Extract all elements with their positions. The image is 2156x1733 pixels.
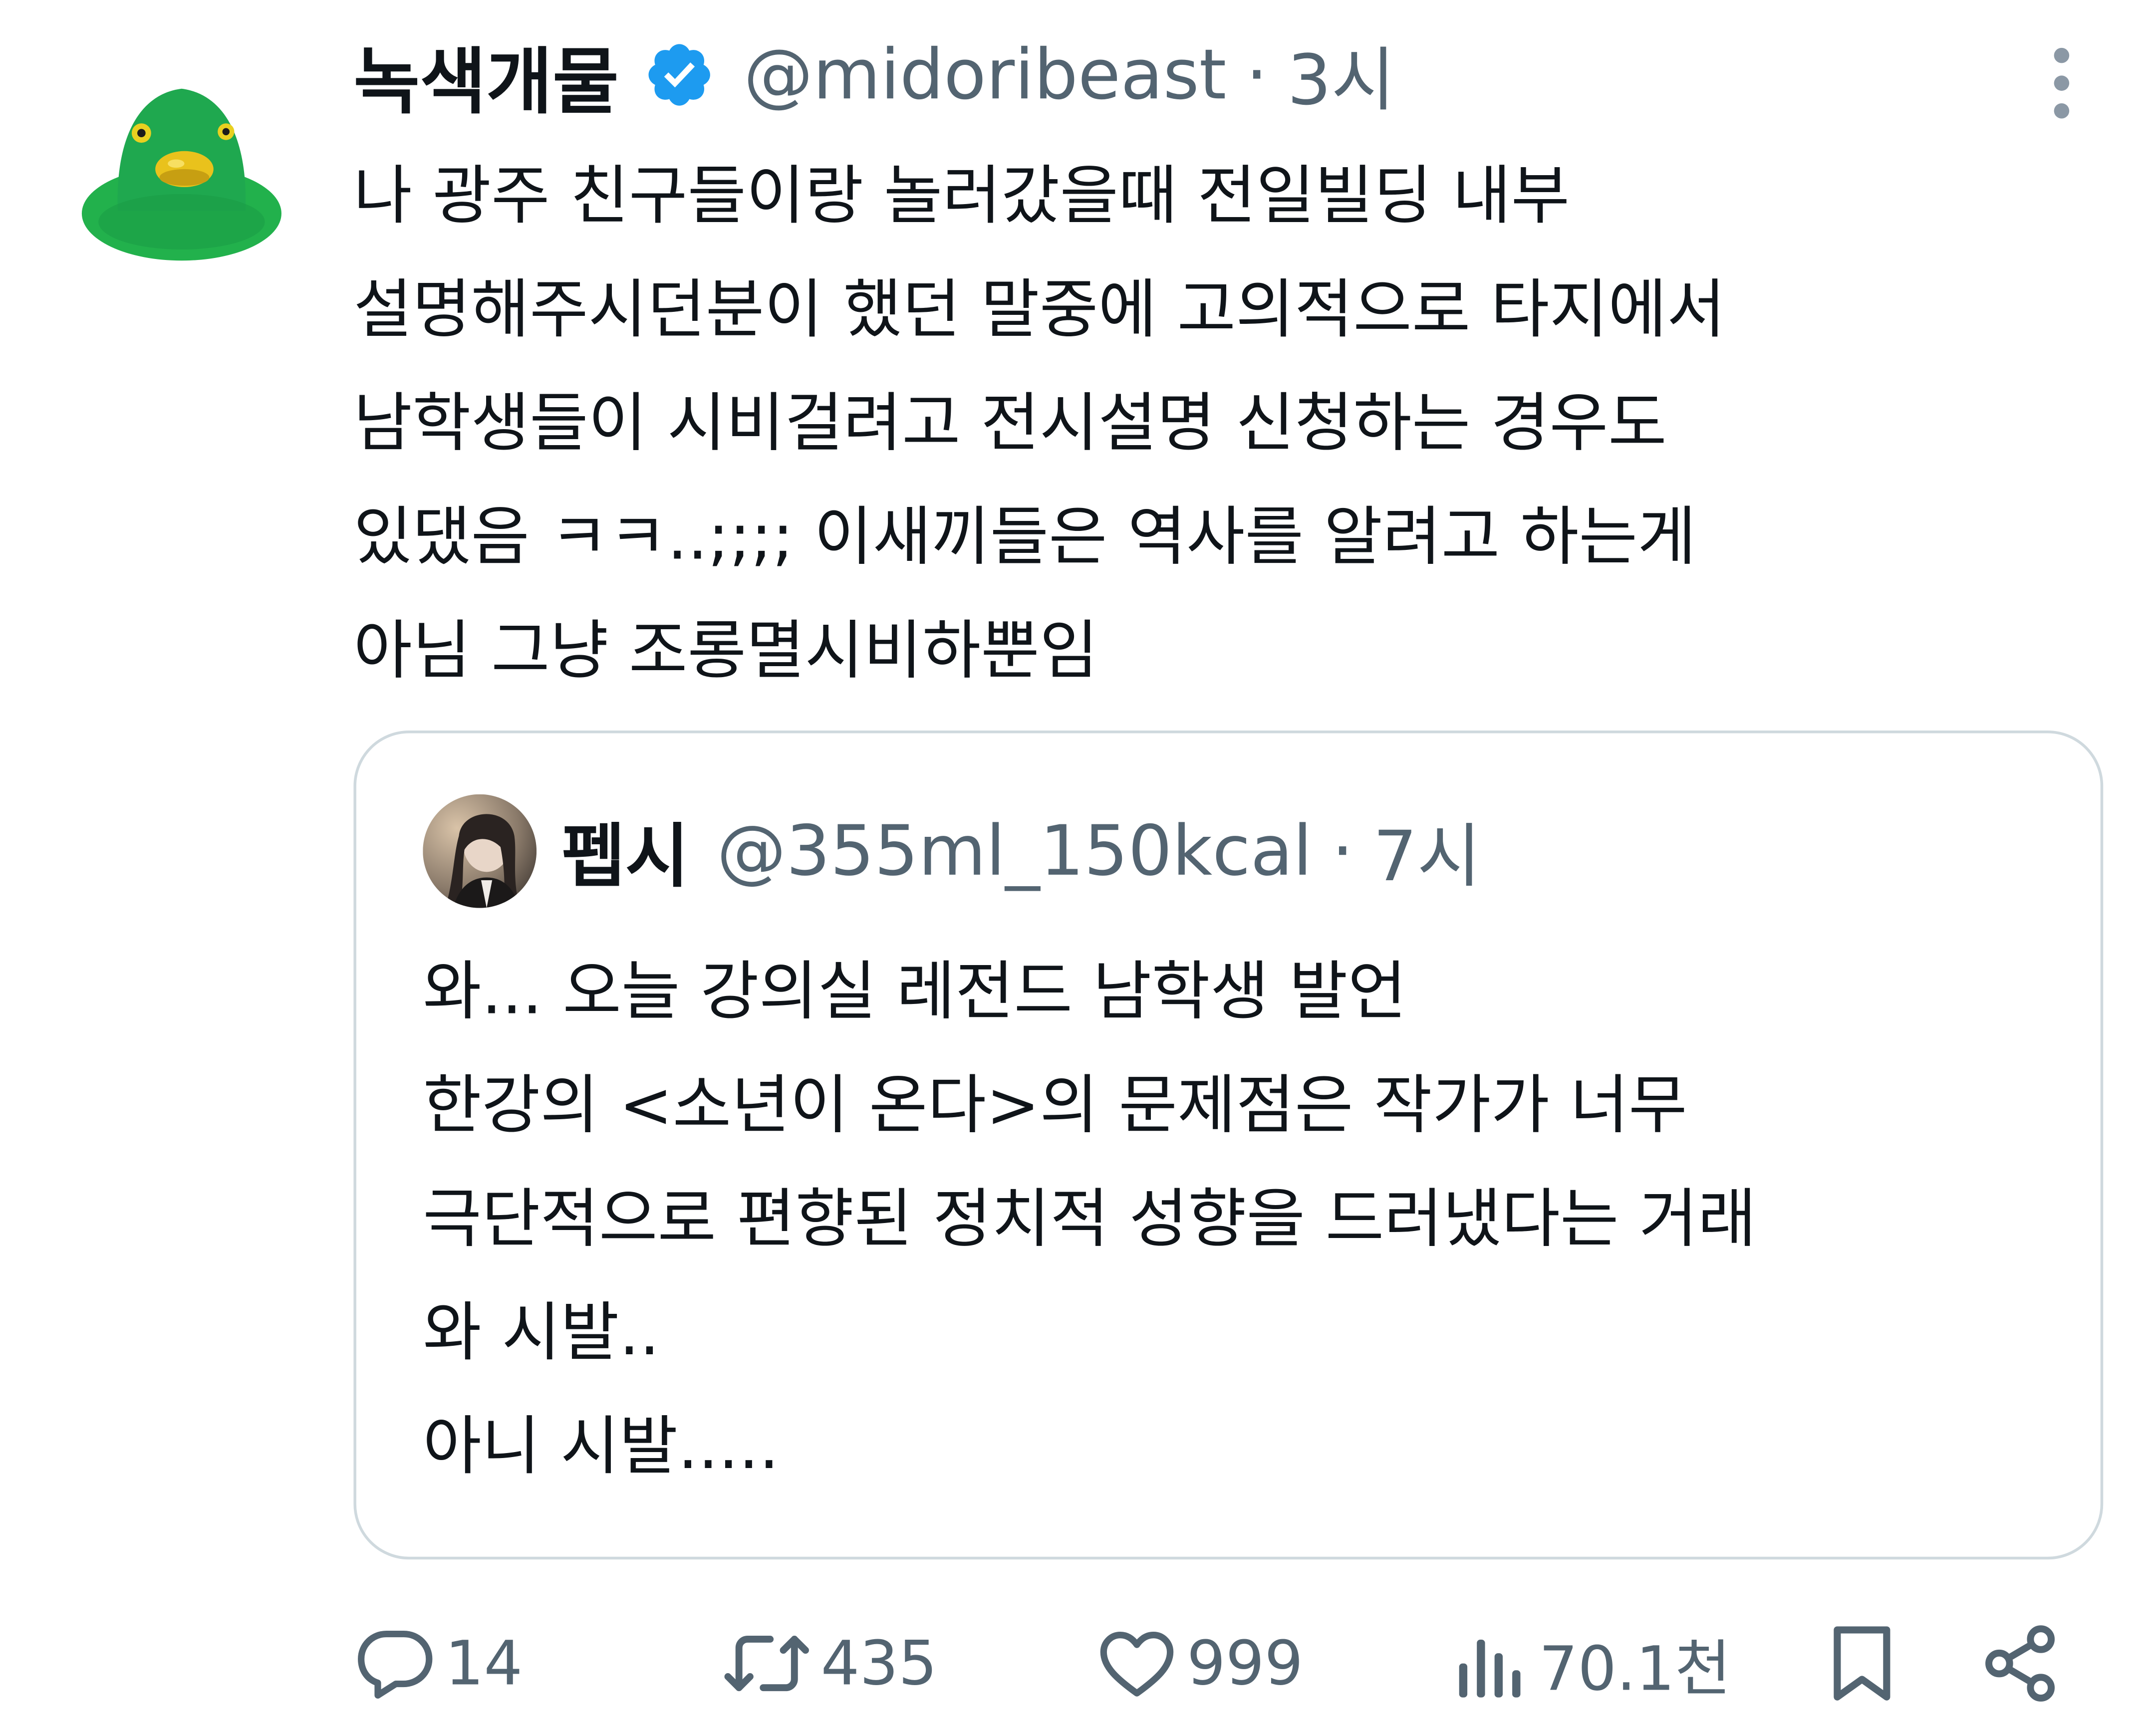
retweet-icon	[724, 1636, 809, 1692]
header-separator: ·	[1246, 34, 1268, 115]
quoted-tweet-timestamp[interactable]: 7시	[1373, 801, 1481, 901]
like-count: 999	[1186, 1628, 1304, 1699]
more-vertical-icon	[2054, 47, 2070, 119]
heart-icon	[1100, 1632, 1174, 1697]
author-display-name[interactable]: 녹색개물	[353, 23, 619, 127]
tweet-header: 녹색개물 @midoribeast · 3시	[353, 25, 1395, 125]
quoted-tweet-card[interactable]: 펩시 @355ml_150kcal · 7시 와... 오늘 강의실 레전드 남…	[353, 731, 2104, 1560]
views-button[interactable]: 70.1천	[1456, 1615, 1731, 1712]
retweet-button[interactable]: 435	[721, 1615, 937, 1712]
bookmark-button[interactable]	[1823, 1615, 1901, 1712]
quoted-author-handle[interactable]: @355ml_150kcal	[717, 811, 1312, 891]
share-button[interactable]	[1978, 1615, 2062, 1712]
quoted-tweet-header: 펩시 @355ml_150kcal · 7시	[423, 791, 1481, 911]
author-avatar[interactable]	[76, 58, 287, 269]
view-count: 70.1천	[1539, 1634, 1731, 1705]
tweet-timestamp[interactable]: 3시	[1287, 25, 1395, 125]
retweet-count: 435	[820, 1628, 937, 1699]
green-duck-avatar-icon	[76, 58, 287, 269]
bookmark-icon	[1834, 1626, 1890, 1701]
more-options-button[interactable]	[2038, 41, 2085, 125]
verified-badge-icon	[649, 44, 711, 106]
tweet-action-bar: 14 435 999 70.1천	[353, 1615, 2073, 1712]
reply-icon	[358, 1630, 433, 1699]
share-icon	[1985, 1625, 2055, 1702]
tweet-text: 나 광주 친구들이랑 놀러갔을때 전일빌딩 내부 설명해주시던분이 했던 말중에…	[353, 158, 1726, 688]
like-button[interactable]: 999	[1095, 1615, 1304, 1712]
quoted-author-display-name[interactable]: 펩시	[561, 801, 689, 901]
author-handle[interactable]: @midoribeast	[744, 34, 1226, 115]
reply-count: 14	[445, 1628, 523, 1699]
quoted-tweet-text: 와... 오늘 강의실 레전드 남학생 발언 한강의 <소년이 온다>의 문제점…	[423, 954, 1757, 1484]
views-bar-chart-icon	[1459, 1639, 1521, 1698]
quoted-author-avatar[interactable]	[423, 794, 537, 908]
quoted-header-separator: ·	[1332, 811, 1354, 892]
reply-button[interactable]: 14	[353, 1615, 523, 1712]
